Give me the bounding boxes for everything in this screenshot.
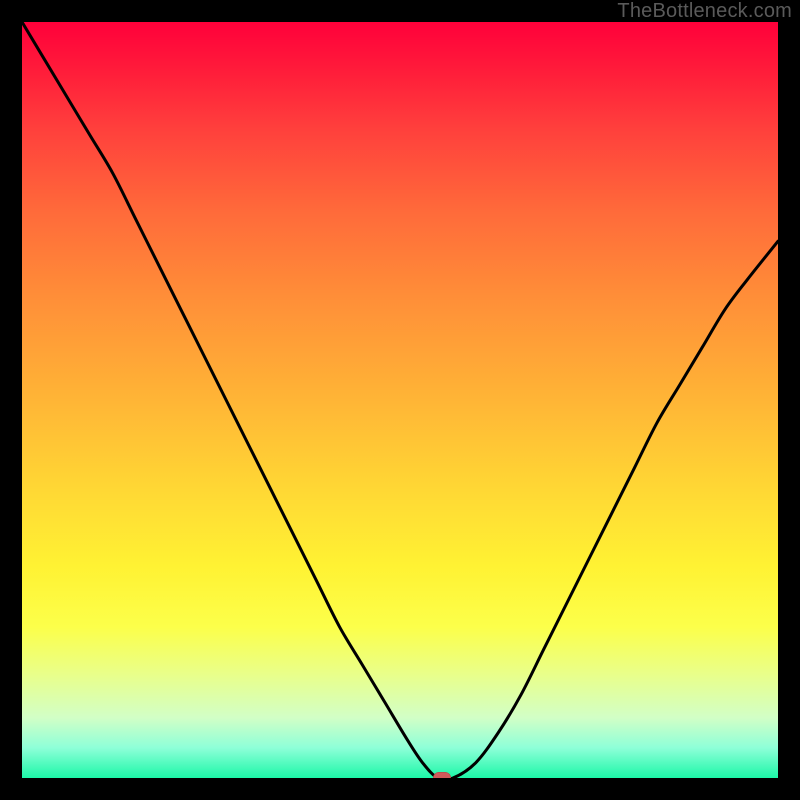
watermark-text: TheBottleneck.com	[617, 0, 792, 23]
plot-area	[22, 22, 778, 778]
chart-frame: TheBottleneck.com	[0, 0, 800, 800]
minimum-marker	[433, 772, 451, 778]
bottleneck-curve	[22, 22, 778, 778]
curve-path	[22, 22, 778, 778]
